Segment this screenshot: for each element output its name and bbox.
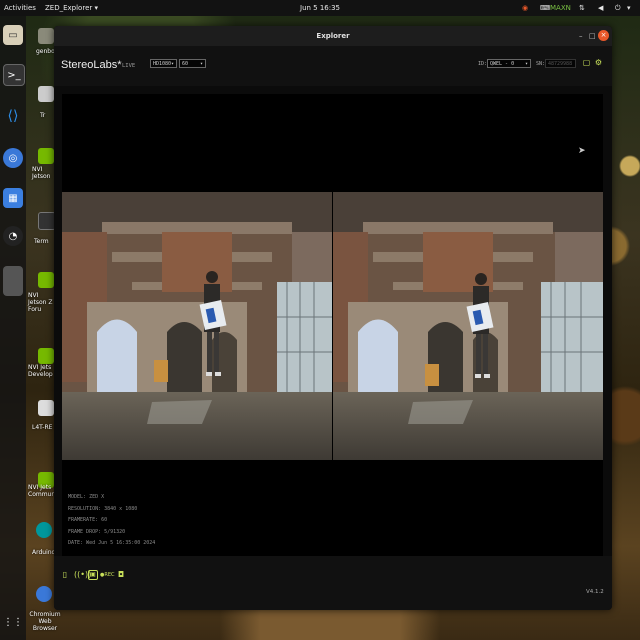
right-camera-image xyxy=(333,192,603,460)
desktop-icon-label: NVI Jetson Z Foru xyxy=(28,292,53,313)
folder-icon[interactable]: ▯ xyxy=(60,570,70,580)
zed-explorer-icon[interactable] xyxy=(3,266,23,296)
mouse-cursor-icon: ➤ xyxy=(578,146,586,156)
nvidia-icon[interactable] xyxy=(38,148,54,164)
bottom-toolbar: ▯ ((•)) ▣ ●REC ◘ V4.1.2 xyxy=(54,556,612,610)
camera-id-value: QWEL - 0 xyxy=(490,61,515,67)
broadcast-icon[interactable]: ((•)) xyxy=(74,570,91,580)
desktop-icon-label: NVI Jets Communit xyxy=(28,484,60,498)
show-apps-icon[interactable]: ⋮⋮ xyxy=(3,612,23,632)
record-icon[interactable]: ▣ xyxy=(88,570,98,580)
nvidia-icon[interactable] xyxy=(38,272,54,288)
info-framerate: FRAMERATE: 60 xyxy=(68,517,108,523)
id-label: ID: xyxy=(478,61,488,67)
fps-select[interactable]: 60 ▾ xyxy=(179,59,206,68)
nvidia-icon[interactable] xyxy=(38,348,54,364)
chevron-down-icon: ▾ xyxy=(199,61,203,67)
chevron-down-icon: ▾ xyxy=(170,61,174,67)
network-icon[interactable]: ⇅ xyxy=(579,4,585,12)
camera-id-select[interactable]: QWEL - 0 ▾ xyxy=(487,59,531,68)
rec-label[interactable]: ●REC xyxy=(100,570,115,580)
activities-button[interactable]: Activities xyxy=(4,4,36,12)
desktop-icon-label: NVI Jets Develop xyxy=(28,364,53,378)
serial-number-field: 48729988 xyxy=(545,59,576,68)
desktop-icon-label: Term xyxy=(34,238,49,245)
arduino-icon[interactable] xyxy=(36,522,52,538)
info-resolution: RESOLUTION: 3840 x 1080 xyxy=(68,505,138,512)
self-calibration-icon[interactable]: ▢ xyxy=(582,58,591,67)
chromium-icon[interactable] xyxy=(36,586,52,602)
files-icon[interactable]: ▭ xyxy=(3,25,23,45)
app-icon[interactable]: ▦ xyxy=(3,188,23,208)
tray-nvidia-icon[interactable]: ◉ xyxy=(522,4,528,12)
version-label: V4.1.2 xyxy=(586,589,604,595)
info-model: MODEL: ZED X xyxy=(68,494,105,500)
info-date: DATE: Wed Jun 5 16:35:00 2024 xyxy=(68,540,156,546)
close-icon[interactable]: × xyxy=(598,30,609,41)
chevron-down-icon: ▾ xyxy=(524,61,528,67)
app-menu[interactable]: ZED_Explorer ▾ xyxy=(45,4,98,12)
serial-number-value: 48729988 xyxy=(548,61,573,67)
camera-info-panel: MODEL: ZED X RESOLUTION: 3840 x 1080 FRA… xyxy=(68,492,155,550)
desktop-icon-label: Chromium Web Browser xyxy=(29,611,61,632)
window-title: Explorer xyxy=(316,32,350,40)
left-camera-image xyxy=(62,192,332,460)
camera-icon[interactable]: ◘ xyxy=(116,570,126,580)
power-icon[interactable]: ⏻ xyxy=(615,4,621,13)
file-icon[interactable] xyxy=(38,86,54,102)
explorer-window: Explorer – □ × StereoLabs* LIVE HD1080 ▾ … xyxy=(54,26,612,610)
terminal-icon[interactable]: >_ xyxy=(3,64,25,86)
desktop-icon-label: NVI Jetson xyxy=(32,166,51,180)
power-mode-label[interactable]: MAXN xyxy=(550,4,571,12)
chromium-icon[interactable]: ◎ xyxy=(3,148,23,168)
dock: ▭ >_ ⟨⟩ ◎ ▦ ◔ ⋮⋮ xyxy=(0,16,26,640)
vscode-icon[interactable]: ⟨⟩ xyxy=(3,106,23,126)
sn-label: SN: xyxy=(536,61,546,67)
brand-logo: StereoLabs* xyxy=(61,59,122,71)
info-frame-drop: FRAME DROP: 5/91320 xyxy=(68,528,126,535)
resolution-value: HD1080 xyxy=(153,61,172,67)
clock[interactable]: Jun 5 16:35 xyxy=(300,4,340,12)
window-titlebar[interactable]: Explorer – □ × xyxy=(54,26,612,46)
live-label: LIVE xyxy=(122,63,136,69)
app-header: StereoLabs* LIVE HD1080 ▾ 60 ▾ ID: QWEL - … xyxy=(54,46,612,86)
file-icon[interactable] xyxy=(38,400,54,416)
minimize-icon[interactable]: – xyxy=(579,32,583,40)
desktop-icon-label: Tr xyxy=(40,112,46,119)
fps-value: 60 xyxy=(182,61,189,67)
obs-icon[interactable]: ◔ xyxy=(3,226,23,246)
tray-ime-icon[interactable]: ⌨ xyxy=(540,4,550,12)
home-folder-icon[interactable] xyxy=(38,28,54,44)
volume-icon[interactable]: ◀ xyxy=(598,4,603,12)
desktop-icon-label: L4T-RE xyxy=(32,424,53,431)
video-viewer[interactable]: ➤ MODEL: ZED X RESOLUTION: 3840 x 1080 F… xyxy=(62,94,603,556)
resolution-select[interactable]: HD1080 ▾ xyxy=(150,59,177,68)
gear-icon[interactable]: ⚙ xyxy=(594,58,603,67)
chevron-down-icon[interactable]: ▾ xyxy=(627,4,631,12)
top-bar: Activities ZED_Explorer ▾ Jun 5 16:35 ◉ … xyxy=(0,0,640,16)
maximize-icon[interactable]: □ xyxy=(589,32,596,40)
